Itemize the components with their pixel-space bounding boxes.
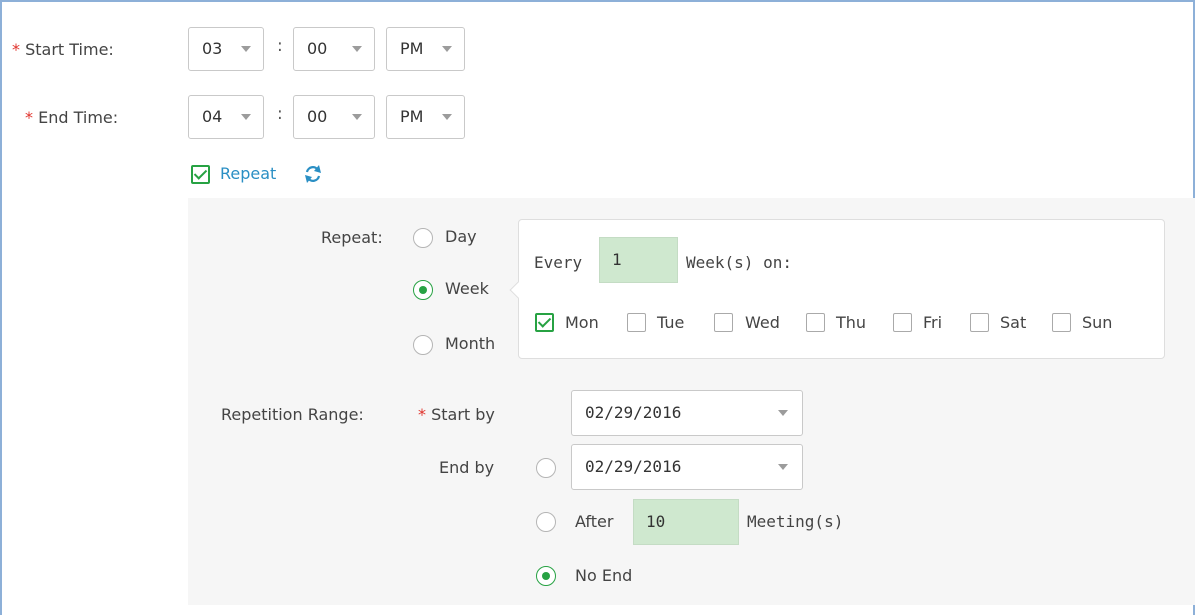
end-by-label: End by — [439, 458, 495, 477]
repeat-label: Repeat: — [321, 228, 383, 247]
end-by-date-select[interactable]: 02/29/2016 — [571, 444, 803, 490]
day-tue-label[interactable]: Tue — [657, 313, 684, 332]
after-count-input[interactable]: 10 — [633, 499, 739, 545]
start-by-date-select[interactable]: 02/29/2016 — [571, 390, 803, 436]
repetition-range-label: Repetition Range: — [221, 405, 364, 424]
chevron-down-icon — [241, 46, 251, 52]
end-time-label: * End Time: — [25, 108, 119, 127]
start-hour-select[interactable]: 03 — [188, 27, 264, 71]
every-label: Every — [534, 253, 583, 272]
repeat-day-label[interactable]: Day — [445, 227, 477, 246]
no-end-radio[interactable] — [536, 566, 556, 586]
start-by-label: * Start by — [418, 405, 495, 424]
end-ampm-select[interactable]: PM — [386, 95, 465, 139]
week-unit-label: Week(s) on: — [686, 253, 792, 272]
required-mark: * — [12, 40, 20, 59]
chevron-down-icon — [352, 114, 362, 120]
repeat-month-label[interactable]: Month — [445, 334, 495, 353]
day-tue-checkbox[interactable] — [627, 313, 646, 332]
start-time-label: * Start Time: — [12, 40, 114, 59]
chevron-down-icon — [778, 410, 788, 416]
after-radio[interactable] — [536, 512, 556, 532]
end-minute-select[interactable]: 00 — [293, 95, 375, 139]
day-sun-label[interactable]: Sun — [1082, 313, 1112, 332]
repeat-checkbox[interactable] — [191, 165, 210, 184]
repeat-month-radio[interactable] — [413, 335, 433, 355]
time-separator: : — [277, 36, 283, 56]
repeat-week-radio[interactable] — [413, 280, 433, 300]
day-sat-checkbox[interactable] — [970, 313, 989, 332]
chevron-down-icon — [778, 464, 788, 470]
refresh-icon[interactable] — [302, 163, 324, 185]
start-minute-select[interactable]: 00 — [293, 27, 375, 71]
chevron-down-icon — [442, 46, 452, 52]
day-fri-label[interactable]: Fri — [923, 313, 942, 332]
day-wed-checkbox[interactable] — [714, 313, 733, 332]
day-sun-checkbox[interactable] — [1052, 313, 1071, 332]
required-mark: * — [25, 108, 33, 127]
required-mark: * — [418, 405, 426, 424]
day-sat-label[interactable]: Sat — [1000, 313, 1026, 332]
day-thu-label[interactable]: Thu — [836, 313, 866, 332]
day-wed-label[interactable]: Wed — [745, 313, 780, 332]
every-interval-input[interactable]: 1 — [599, 237, 678, 283]
meetings-label: Meeting(s) — [747, 512, 844, 531]
day-fri-checkbox[interactable] — [893, 313, 912, 332]
chevron-down-icon — [442, 114, 452, 120]
chevron-down-icon — [352, 46, 362, 52]
repeat-week-label[interactable]: Week — [445, 279, 489, 298]
day-thu-checkbox[interactable] — [806, 313, 825, 332]
time-separator: : — [277, 104, 283, 124]
repeat-day-radio[interactable] — [413, 228, 433, 248]
chevron-down-icon — [241, 114, 251, 120]
no-end-label[interactable]: No End — [575, 566, 632, 585]
day-mon-checkbox[interactable] — [535, 313, 554, 332]
end-hour-select[interactable]: 04 — [188, 95, 264, 139]
after-label: After — [575, 512, 614, 531]
repeat-toggle-label[interactable]: Repeat — [220, 164, 276, 183]
start-ampm-select[interactable]: PM — [386, 27, 465, 71]
end-by-radio[interactable] — [536, 458, 556, 478]
day-mon-label[interactable]: Mon — [565, 313, 599, 332]
